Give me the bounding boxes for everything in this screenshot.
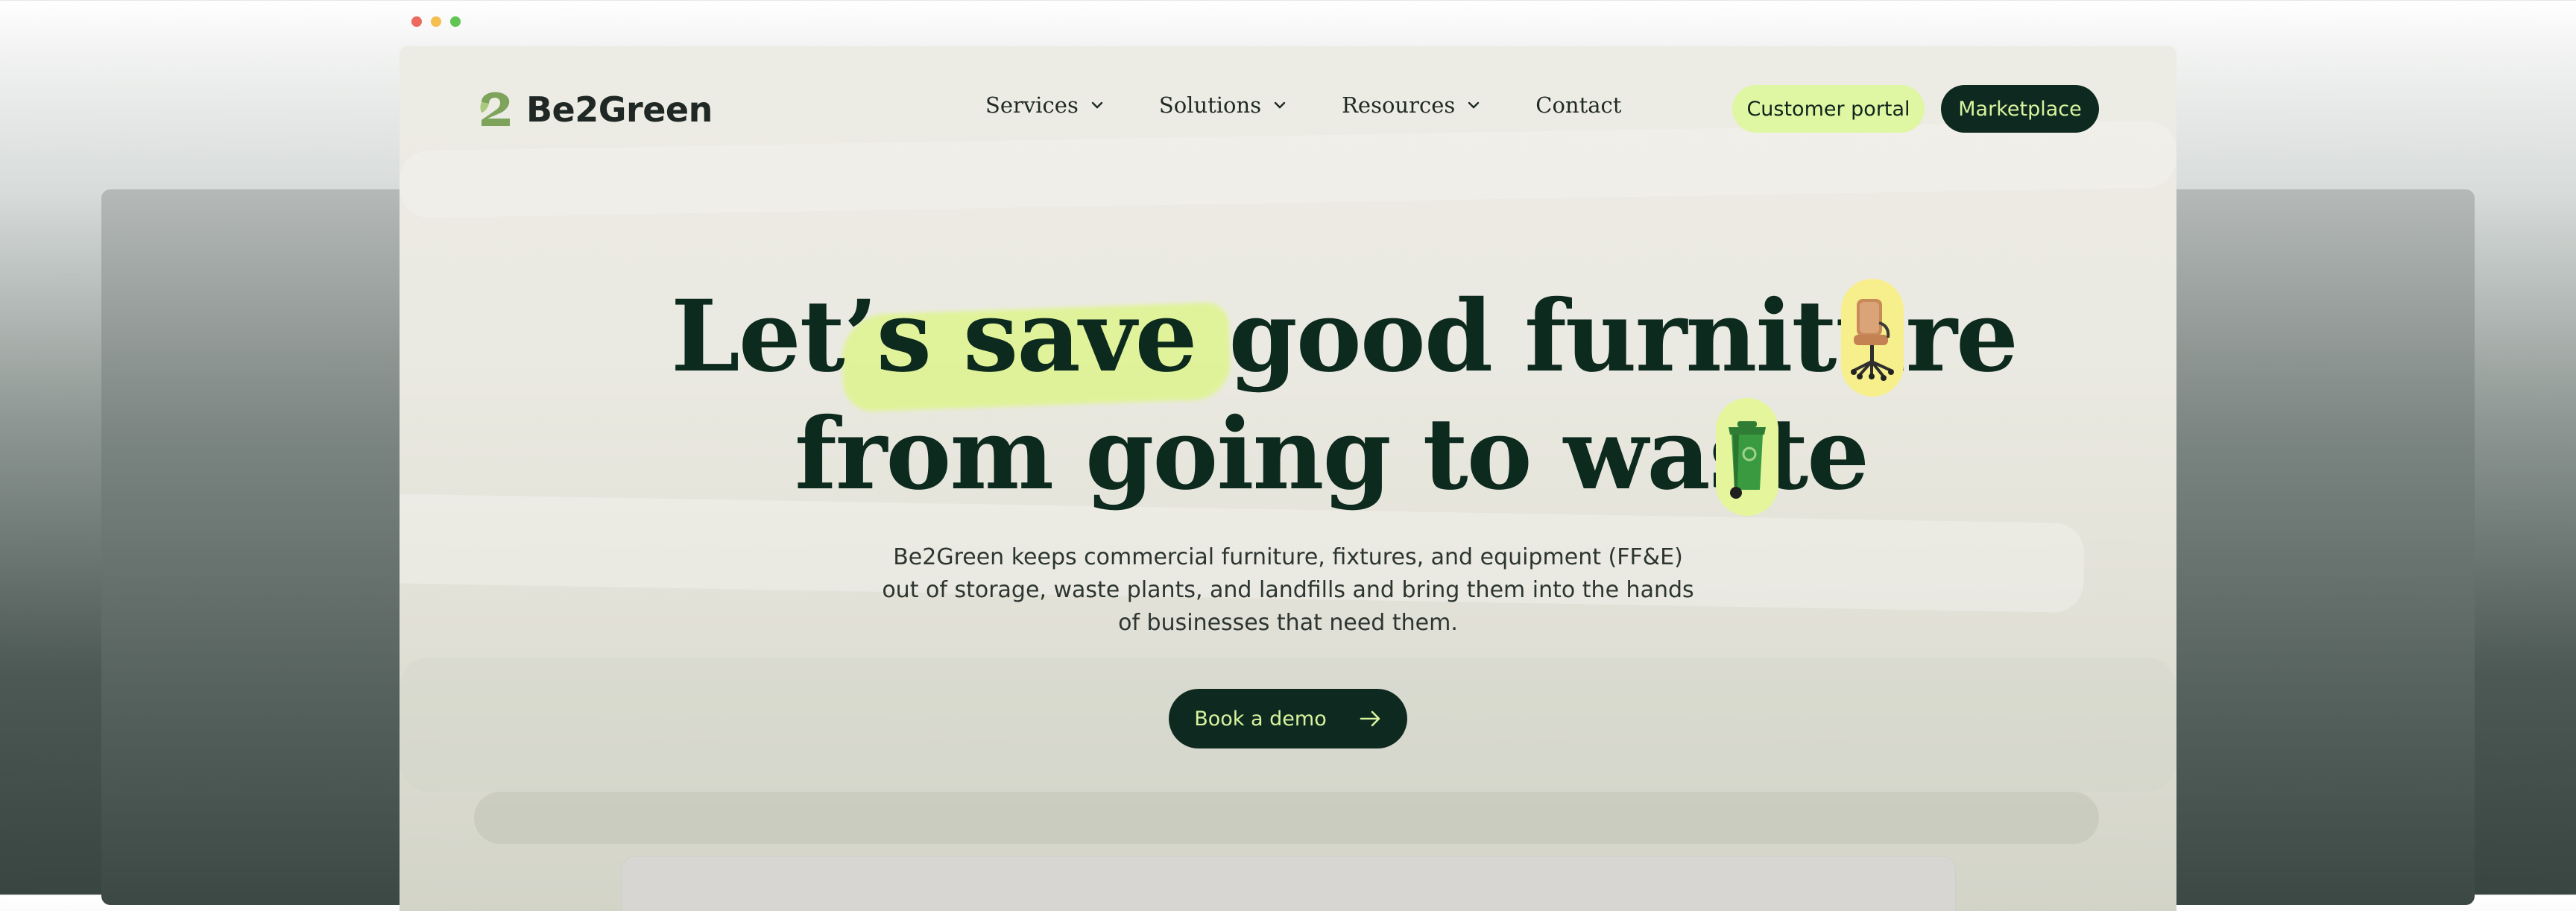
chair-badge	[1841, 279, 1904, 397]
nav-item-resources[interactable]: Resources	[1342, 92, 1480, 118]
window-controls	[411, 16, 461, 27]
arrow-right-icon	[1360, 710, 1380, 727]
maximize-window-button[interactable]	[450, 16, 461, 27]
nav-item-label: Services	[985, 92, 1079, 118]
office-chair-icon	[1851, 299, 1894, 381]
chevron-down-icon	[1091, 101, 1103, 109]
brand-logo[interactable]: Be2Green	[477, 87, 713, 132]
chevron-down-icon	[1468, 101, 1480, 109]
customer-portal-button[interactable]: Customer portal	[1732, 85, 1925, 133]
nav-item-services[interactable]: Services	[985, 92, 1104, 118]
minimize-window-button[interactable]	[431, 16, 441, 27]
hero-title-line1: Let’s save good furniture	[671, 279, 2018, 394]
main-menu: Services Solutions Resources Contact	[985, 92, 1621, 118]
book-demo-button[interactable]: Book a demo	[1169, 689, 1407, 748]
marketplace-button[interactable]: Marketplace	[1941, 85, 2099, 133]
brush-stroke	[474, 792, 2099, 844]
recycle-bin-icon	[1729, 421, 1766, 499]
book-demo-label: Book a demo	[1194, 707, 1327, 731]
chevron-down-icon	[1274, 101, 1286, 109]
website-card: Be2Green Services Solutions Resources Co…	[400, 46, 2176, 911]
close-window-button[interactable]	[411, 16, 422, 27]
nav-item-contact[interactable]: Contact	[1535, 92, 1621, 118]
preview-card	[622, 856, 1956, 911]
top-navigation: Be2Green Services Solutions Resources Co…	[400, 46, 2176, 166]
nav-item-label: Resources	[1342, 92, 1456, 118]
hero-title-line2: from going to waste	[795, 397, 1869, 512]
nav-item-label: Solutions	[1158, 92, 1262, 118]
nav-item-label: Contact	[1535, 92, 1622, 118]
hero-subtitle: Be2Green keeps commercial furniture, fix…	[882, 544, 1694, 636]
leaf-logo-icon	[477, 87, 514, 132]
brand-name: Be2Green	[526, 89, 713, 130]
nav-item-solutions[interactable]: Solutions	[1159, 92, 1287, 118]
bin-badge	[1716, 398, 1778, 516]
